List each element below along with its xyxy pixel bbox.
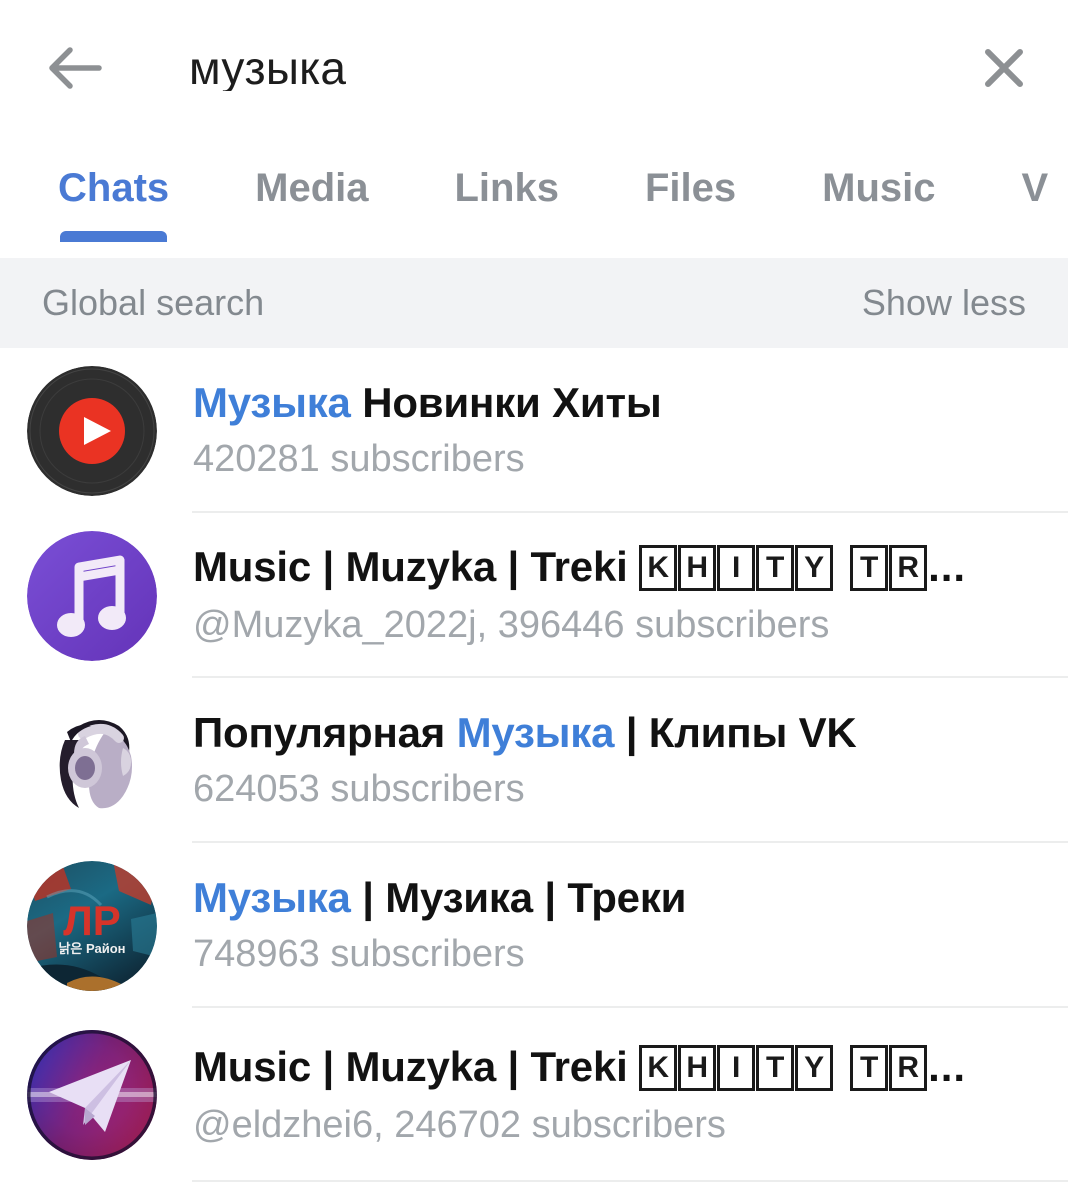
result-subtitle: @eldzhei6, 246702 subscribers bbox=[193, 1103, 726, 1146]
clear-search-button[interactable] bbox=[974, 38, 1034, 98]
tab-voice-label: V bbox=[1021, 166, 1049, 210]
table-row[interactable]: Музыка Новинки Хиты 420281 subscribers bbox=[0, 348, 1068, 513]
result-title: Музыка Новинки Хиты bbox=[193, 381, 1068, 426]
search-results-list: Музыка Новинки Хиты 420281 subscribers M… bbox=[0, 348, 1068, 1182]
global-search-section-header: Global search Show less bbox=[0, 258, 1068, 348]
tofu-box-glyph: T bbox=[756, 1044, 795, 1091]
result-subtitle: 420281 subscribers bbox=[193, 438, 525, 481]
result-subtitle: @Muzyka_2022j, 396446 subscribers bbox=[193, 604, 830, 646]
tofu-box-glyph: K bbox=[639, 545, 678, 592]
result-title-rest: Новинки Хиты bbox=[350, 380, 662, 426]
avatar bbox=[27, 1030, 157, 1160]
youtube-music-vinyl-avatar bbox=[27, 365, 157, 496]
avatar-caption: 낡은 Район bbox=[58, 941, 125, 956]
telegram-plane-gradient-avatar bbox=[27, 1030, 157, 1160]
tab-voice-clipped[interactable]: V bbox=[1022, 136, 1049, 208]
arrow-left-icon bbox=[49, 47, 102, 89]
result-subtitle: 748963 subscribers bbox=[193, 933, 525, 976]
tofu-box-glyph: T bbox=[756, 545, 795, 592]
global-search-label: Global search bbox=[42, 282, 265, 323]
back-button[interactable] bbox=[44, 37, 106, 99]
search-header: музыка bbox=[0, 0, 1068, 136]
avatar: ЛР 낡은 Район bbox=[27, 860, 157, 991]
row-texts: Music | Muzyka | Treki K H I T Y T R... @Muzyk… bbox=[157, 545, 1068, 646]
tofu-box-glyph: T bbox=[850, 545, 889, 592]
row-divider bbox=[192, 1180, 1068, 1182]
table-row[interactable]: ЛР 낡은 Район Музыка | Музика | Треки 7489… bbox=[0, 843, 1068, 1008]
avatar bbox=[27, 365, 157, 496]
tab-files-label: Files bbox=[644, 166, 737, 210]
tab-chats[interactable]: Chats bbox=[58, 136, 170, 242]
row-texts: Музыка Новинки Хиты 420281 subscribers bbox=[157, 381, 1068, 480]
tab-music[interactable]: Music bbox=[822, 136, 935, 208]
tofu-box-glyph: H bbox=[678, 1044, 717, 1091]
tofu-box-glyph: K bbox=[639, 1044, 678, 1091]
tofu-box-glyph: Y bbox=[795, 545, 834, 592]
telegram-search-screen: музыка Chats Media Links Files Music V G bbox=[0, 0, 1068, 1184]
row-texts: Популярная Музыка | Клипы VK 624053 subs… bbox=[157, 711, 1068, 810]
tab-active-indicator bbox=[60, 231, 168, 242]
tab-media[interactable]: Media bbox=[255, 136, 368, 208]
close-icon bbox=[985, 49, 1023, 87]
avatar bbox=[27, 530, 157, 661]
search-filter-tabs: Chats Media Links Files Music V bbox=[0, 136, 1068, 258]
tab-media-label: Media bbox=[255, 166, 369, 210]
search-input[interactable]: музыка bbox=[106, 45, 974, 91]
row-texts: Музыка | Музика | Треки 748963 subscribe… bbox=[157, 876, 1068, 975]
girl-headphones-photo-avatar bbox=[27, 695, 157, 826]
tab-files[interactable]: Files bbox=[645, 136, 736, 208]
tab-chats-label: Chats bbox=[58, 166, 170, 210]
result-title: Music | Muzyka | Treki K H I T Y T R... bbox=[193, 1044, 1068, 1091]
tofu-box-glyph: R bbox=[889, 545, 928, 592]
lr-artwork-avatar: ЛР 낡은 Район bbox=[27, 860, 157, 991]
tab-links-label: Links bbox=[454, 166, 559, 210]
tab-music-label: Music bbox=[822, 166, 936, 210]
tab-links[interactable]: Links bbox=[455, 136, 559, 208]
result-title: Музыка | Музика | Треки bbox=[193, 876, 1068, 921]
avatar-monogram: ЛР bbox=[63, 897, 120, 944]
table-row[interactable]: Music | Muzyka | Treki K H I T Y T R... @Muzyk… bbox=[0, 513, 1068, 678]
purple-music-note-avatar bbox=[27, 530, 157, 661]
tofu-box-glyph: H bbox=[678, 545, 717, 592]
result-title-rest: | Клипы VK bbox=[614, 710, 857, 756]
tofu-box-glyph: Y bbox=[795, 1044, 834, 1091]
result-title-before: Популярная bbox=[193, 710, 457, 756]
result-title-highlight: Музыка bbox=[193, 380, 351, 426]
tofu-box-glyph: T bbox=[850, 1044, 889, 1091]
result-title: Популярная Музыка | Клипы VK bbox=[193, 711, 1068, 756]
result-title-highlight: Музыка bbox=[193, 875, 351, 921]
tofu-box-glyph: R bbox=[889, 1044, 928, 1091]
result-title-plain: Music | Muzyka | Treki bbox=[193, 1044, 640, 1090]
result-subtitle: 624053 subscribers bbox=[193, 768, 525, 811]
show-less-button[interactable]: Show less bbox=[862, 285, 1026, 321]
result-title: Music | Muzyka | Treki K H I T Y T R... bbox=[193, 545, 1068, 592]
avatar bbox=[27, 695, 157, 826]
result-title-rest: | Музика | Треки bbox=[350, 875, 687, 921]
table-row[interactable]: Популярная Музыка | Клипы VK 624053 subs… bbox=[0, 678, 1068, 843]
row-texts: Music | Muzyka | Treki K H I T Y T R... @eldzh… bbox=[157, 1044, 1068, 1146]
tofu-box-glyph: I bbox=[717, 1044, 756, 1091]
result-title-plain: Music | Muzyka | Treki bbox=[193, 545, 640, 591]
table-row[interactable]: Music | Muzyka | Treki K H I T Y T R... @eldzh… bbox=[0, 1008, 1068, 1182]
title-ellipsis: ... bbox=[928, 545, 967, 591]
title-ellipsis: ... bbox=[928, 1044, 967, 1090]
result-title-highlight: Музыка bbox=[456, 710, 615, 756]
tofu-box-glyph: I bbox=[717, 545, 756, 592]
